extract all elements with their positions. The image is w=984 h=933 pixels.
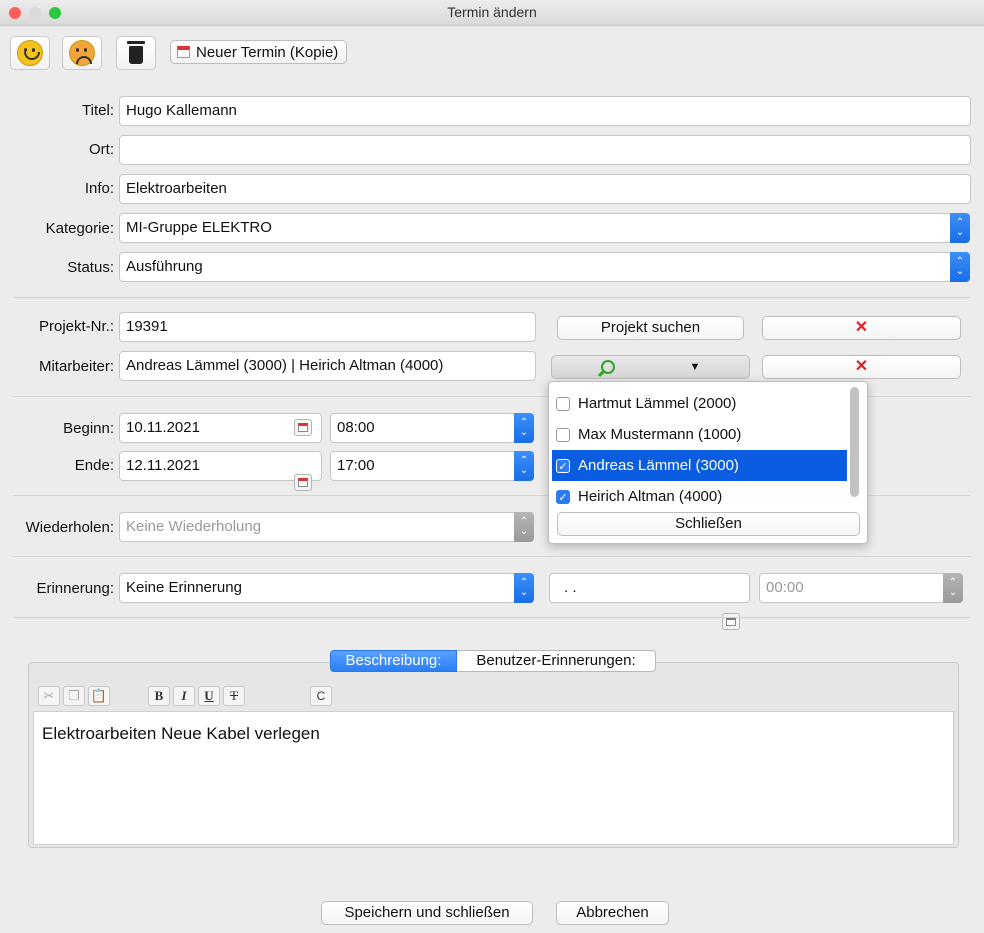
beginn-date-input[interactable]: 10.11.2021: [119, 413, 322, 443]
projekt-nr-input[interactable]: 19391: [119, 312, 536, 342]
save-close-button[interactable]: Speichern und schließen: [321, 901, 533, 925]
copy-icon[interactable]: ❐: [63, 686, 85, 706]
new-appointment-copy-button[interactable]: Neuer Termin (Kopie): [170, 40, 348, 64]
clear-mitarbeiter-button[interactable]: ✕: [762, 355, 961, 379]
calendar-icon[interactable]: [294, 474, 312, 491]
status-label: Status:: [67, 259, 114, 276]
new-appointment-copy-label: Neuer Termin (Kopie): [196, 43, 339, 61]
erinnerung-label: Erinnerung:: [36, 580, 114, 597]
list-item[interactable]: Max Mustermann (1000): [552, 419, 847, 450]
employee-label: Heirich Altman (4000): [578, 488, 723, 505]
clear-projekt-button[interactable]: ✕: [762, 316, 961, 340]
happy-face-icon: [17, 40, 43, 66]
chevron-updown-icon[interactable]: ⌃ ⌄: [514, 451, 534, 481]
list-item[interactable]: ✓ Heirich Altman (4000): [552, 481, 847, 512]
scrollbar[interactable]: [850, 387, 859, 497]
chevron-down-icon: ▼: [689, 361, 701, 373]
close-icon: ✕: [854, 358, 869, 375]
info-input[interactable]: Elektroarbeiten: [119, 174, 971, 204]
chevron-updown-icon[interactable]: ⌃ ⌄: [514, 512, 534, 542]
close-icon: ✕: [854, 319, 869, 336]
trash-icon: [127, 41, 145, 64]
ort-label: Ort:: [89, 141, 114, 158]
checkbox[interactable]: [556, 427, 570, 442]
calendar-icon[interactable]: [722, 613, 740, 630]
employee-dropdown: Hartmut Lämmel (2000) Max Mustermann (10…: [548, 381, 868, 544]
wiederholen-label: Wiederholen:: [25, 519, 114, 536]
description-editor[interactable]: Elektroarbeiten Neue Kabel verlegen: [33, 711, 954, 845]
divider: [13, 297, 970, 298]
calendar-icon: [177, 46, 190, 58]
chevron-updown-icon[interactable]: ⌃ ⌄: [950, 213, 970, 243]
checkbox[interactable]: ✓: [556, 489, 570, 504]
happy-button[interactable]: [10, 36, 50, 70]
calendar-icon[interactable]: [294, 419, 312, 436]
employee-label: Max Mustermann (1000): [578, 426, 742, 443]
strikethrough-button[interactable]: T: [223, 686, 245, 706]
projekt-suchen-button[interactable]: Projekt suchen: [557, 316, 744, 340]
ende-time-select[interactable]: 17:00: [330, 451, 515, 481]
erinnerung-date-input[interactable]: . .: [549, 573, 750, 603]
kategorie-select[interactable]: MI-Gruppe ELEKTRO: [119, 213, 951, 243]
ende-label: Ende:: [74, 457, 114, 474]
beginn-label: Beginn:: [63, 420, 114, 437]
chevron-updown-icon[interactable]: ⌃ ⌄: [514, 413, 534, 443]
ende-date-input[interactable]: 12.11.2021: [119, 451, 322, 481]
kategorie-label: Kategorie:: [45, 220, 114, 237]
window-title: Termin ändern: [447, 4, 537, 20]
divider: [13, 556, 970, 557]
employee-label: Andreas Lämmel (3000): [578, 457, 739, 474]
projekt-nr-label: Projekt-Nr.:: [38, 318, 114, 335]
employee-label: Hartmut Lämmel (2000): [578, 395, 737, 412]
wiederholen-select[interactable]: Keine Wiederholung: [119, 512, 515, 542]
beginn-time-select[interactable]: 08:00: [330, 413, 515, 443]
ort-input[interactable]: [119, 135, 971, 165]
sad-face-icon: [69, 40, 95, 66]
chevron-updown-icon[interactable]: ⌃ ⌄: [950, 252, 970, 282]
tab-beschreibung[interactable]: Beschreibung:: [330, 650, 457, 672]
list-item[interactable]: ✓ Andreas Lämmel (3000): [552, 450, 847, 481]
tab-benutzer-erinnerungen[interactable]: Benutzer-Erinnerungen:: [457, 650, 656, 672]
delete-button[interactable]: [116, 36, 156, 70]
divider: [13, 617, 970, 618]
underline-button[interactable]: U: [198, 686, 220, 706]
titel-label: Titel:: [82, 102, 114, 119]
checkbox[interactable]: ✓: [556, 458, 570, 473]
sad-button[interactable]: [62, 36, 102, 70]
checkbox[interactable]: [556, 396, 570, 411]
chevron-updown-icon[interactable]: ⌃ ⌄: [943, 573, 963, 603]
mitarbeiter-input[interactable]: Andreas Lämmel (3000) | Heirich Altman (…: [119, 351, 536, 381]
titel-input[interactable]: Hugo Kallemann: [119, 96, 971, 126]
cancel-button[interactable]: Abbrechen: [556, 901, 669, 925]
chevron-updown-icon[interactable]: ⌃ ⌄: [514, 573, 534, 603]
cut-icon[interactable]: ✂: [38, 686, 60, 706]
search-icon: [600, 360, 615, 374]
paste-icon[interactable]: 📋: [88, 686, 110, 706]
close-dropdown-button[interactable]: Schließen: [557, 512, 860, 536]
info-label: Info:: [84, 180, 114, 197]
status-select[interactable]: Ausführung: [119, 252, 951, 282]
title-bar: Termin ändern: [0, 0, 984, 26]
italic-button[interactable]: I: [173, 686, 195, 706]
mitarbeiter-search-dropdown[interactable]: ▼: [551, 355, 750, 379]
mitarbeiter-label: Mitarbeiter:: [38, 358, 114, 375]
erinnerung-time-select[interactable]: 00:00: [759, 573, 944, 603]
erinnerung-select[interactable]: Keine Erinnerung: [119, 573, 515, 603]
bold-button[interactable]: B: [148, 686, 170, 706]
list-item[interactable]: Hartmut Lämmel (2000): [552, 388, 847, 419]
clear-format-button[interactable]: C: [310, 686, 332, 706]
